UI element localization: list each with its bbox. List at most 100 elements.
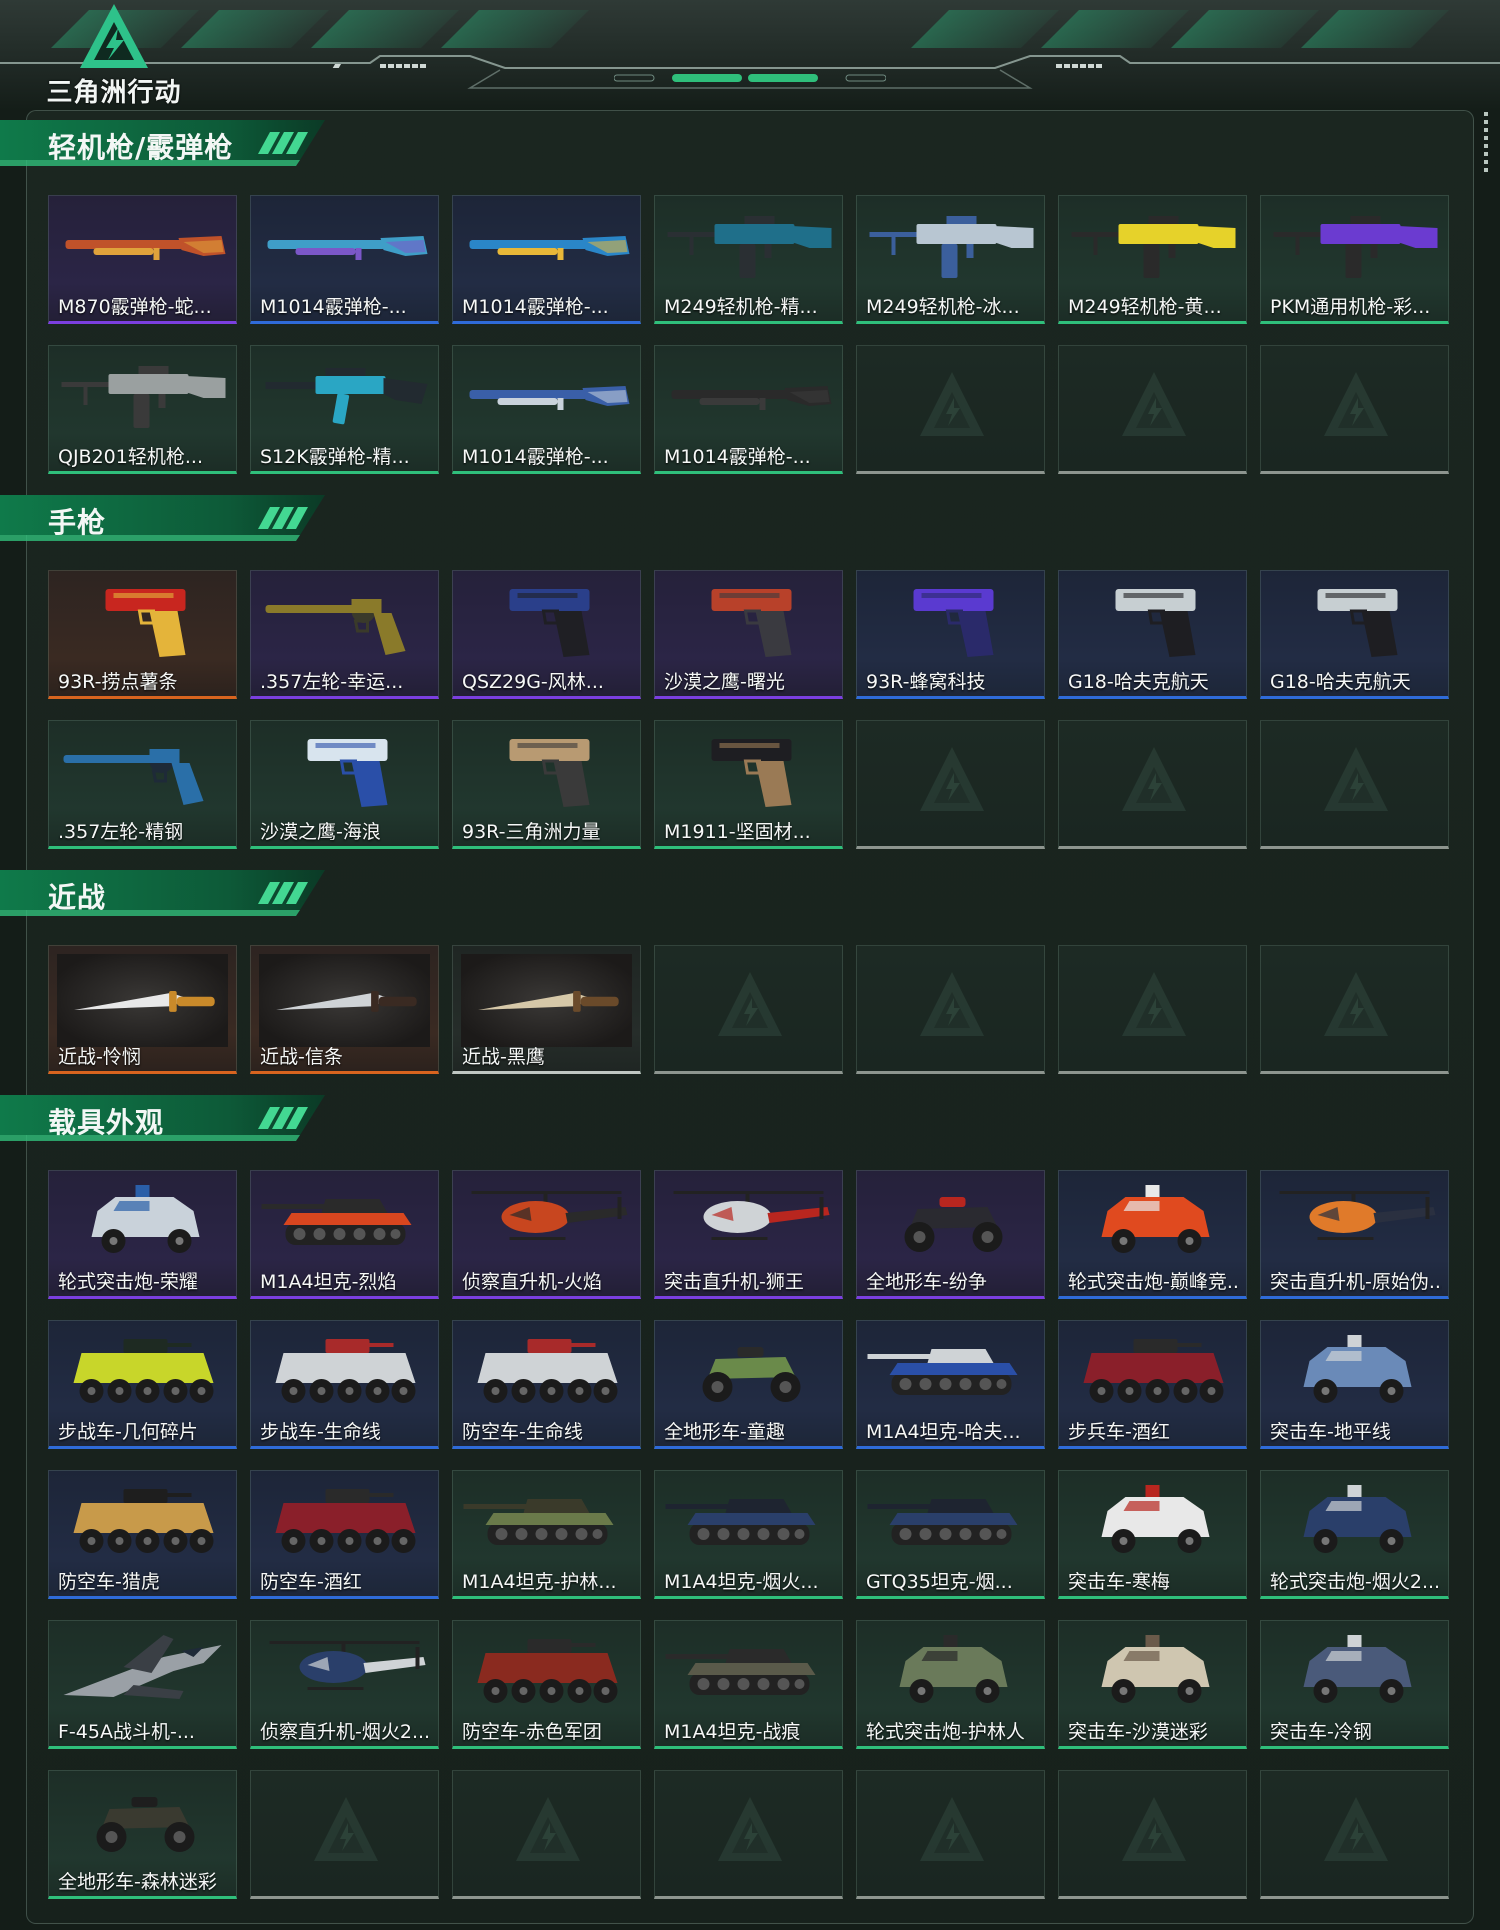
item-card[interactable]: M1A4坦克-护林... [452,1470,641,1599]
item-card[interactable]: 步战车-几何碎片 [48,1320,237,1449]
delta-watermark-icon [516,1797,580,1861]
item-card[interactable]: 轮式突击炮-巅峰竞... [1058,1170,1247,1299]
item-card[interactable]: QSZ29G-风林... [452,570,641,699]
item-card[interactable]: 沙漠之鹰-曙光 [654,570,843,699]
item-card[interactable]: 突击直升机-狮王 [654,1170,843,1299]
item-name: PKM通用机枪-彩... [1270,296,1431,318]
item-name: 突击车-寒梅 [1068,1571,1170,1593]
item-card[interactable]: M1A4坦克-战痕 [654,1620,843,1749]
item-card[interactable]: G18-哈夫克航天 [1058,570,1247,699]
item-name: 93R-三角洲力量 [462,821,601,843]
item-card[interactable]: M1014霰弹枪-... [452,195,641,324]
item-card[interactable]: 近战-黑鹰 [452,945,641,1074]
empty-slot [1260,345,1449,474]
item-card[interactable]: .357左轮-精钢 [48,720,237,849]
item-card[interactable]: .357左轮-幸运... [250,570,439,699]
item-card[interactable]: M1014霰弹枪-... [654,345,843,474]
item-card[interactable]: 轮式突击炮-烟火2... [1260,1470,1449,1599]
item-card[interactable]: 轮式突击炮-护林人 [856,1620,1045,1749]
item-card[interactable]: 全地形车-童趣 [654,1320,843,1449]
item-name: 步战车-几何碎片 [58,1421,198,1443]
item-card[interactable]: 侦察直升机-烟火2... [250,1620,439,1749]
item-card[interactable]: PKM通用机枪-彩... [1260,195,1449,324]
item-card[interactable]: M1A4坦克-烟火... [654,1470,843,1599]
delta-watermark-icon [718,972,782,1036]
item-card[interactable]: 近战-怜悯 [48,945,237,1074]
empty-slot [1058,345,1247,474]
empty-slot [452,1770,641,1899]
item-card[interactable]: M249轻机枪-精... [654,195,843,324]
item-card[interactable]: M870霰弹枪-蛇... [48,195,237,324]
item-card[interactable]: 步兵车-酒红 [1058,1320,1247,1449]
atv-icon [659,1327,840,1411]
pistol-icon [255,727,436,811]
item-card[interactable]: M1911-坚固材... [654,720,843,849]
tank-icon [255,1177,436,1261]
section-title: 手枪 [48,506,107,539]
game-logo: 三角洲行动 [44,2,184,108]
pistol-icon [1063,577,1244,661]
empty-slot [1260,720,1449,849]
item-card[interactable]: M249轻机枪-冰... [856,195,1045,324]
item-name: 防空车-猎虎 [58,1571,160,1593]
item-card[interactable]: 近战-信条 [250,945,439,1074]
item-card[interactable]: 突击直升机-原始伪... [1260,1170,1449,1299]
item-card[interactable]: 突击车-冷钢 [1260,1620,1449,1749]
item-card[interactable]: 轮式突击炮-荣耀 [48,1170,237,1299]
item-name: M1911-坚固材... [664,821,811,843]
pistol-icon [1265,577,1446,661]
item-name: M1A4坦克-哈夫... [866,1421,1021,1443]
item-card[interactable]: M1A4坦克-哈夫... [856,1320,1045,1449]
item-card[interactable]: G18-哈夫克航天 [1260,570,1449,699]
pistol-icon [457,727,638,811]
item-card[interactable]: 全地形车-森林迷彩 [48,1770,237,1899]
empty-slot [654,1770,843,1899]
item-name: 近战-黑鹰 [462,1046,545,1068]
item-card[interactable]: 93R-三角洲力量 [452,720,641,849]
delta-watermark-icon [718,1797,782,1861]
item-card[interactable]: F-45A战斗机-... [48,1620,237,1749]
item-name: 轮式突击炮-巅峰竞... [1068,1271,1240,1293]
item-card[interactable]: 突击车-地平线 [1260,1320,1449,1449]
empty-slot [856,945,1045,1074]
item-card[interactable]: M249轻机枪-黄... [1058,195,1247,324]
item-name: M1A4坦克-烈焰 [260,1271,397,1293]
section-title: 轻机枪/霰弹枪 [48,131,234,164]
item-card[interactable]: 突击车-寒梅 [1058,1470,1247,1599]
item-name: 步战车-生命线 [260,1421,381,1443]
item-card[interactable]: 防空车-酒红 [250,1470,439,1599]
item-name: 防空车-酒红 [260,1571,362,1593]
item-card[interactable]: 93R-捞点薯条 [48,570,237,699]
item-name: 全地形车-童趣 [664,1421,785,1443]
scroll-indicator[interactable] [1484,112,1488,174]
empty-slot [856,1770,1045,1899]
ifv-icon [457,1627,638,1711]
section-header-melee: 近战 [0,870,330,920]
knife-icon [259,954,430,1047]
item-card[interactable]: 防空车-生命线 [452,1320,641,1449]
item-card[interactable]: 93R-蜂窝科技 [856,570,1045,699]
item-card[interactable]: 侦察直升机-火焰 [452,1170,641,1299]
item-card[interactable]: 沙漠之鹰-海浪 [250,720,439,849]
item-name: M249轻机枪-精... [664,296,818,318]
item-name: M1014霰弹枪-... [462,446,609,468]
item-card[interactable]: GTQ35坦克-烟... [856,1470,1045,1599]
helicopter-icon [659,1177,840,1261]
armored-car-icon [1265,1627,1446,1711]
empty-slot [1260,1770,1449,1899]
item-card[interactable]: 防空车-猎虎 [48,1470,237,1599]
armored-car-icon [1063,1177,1244,1261]
item-card[interactable]: 全地形车-纷争 [856,1170,1045,1299]
item-name: 近战-信条 [260,1046,343,1068]
empty-slot [856,720,1045,849]
item-card[interactable]: S12K霰弹枪-精... [250,345,439,474]
item-name: G18-哈夫克航天 [1068,671,1209,693]
item-card[interactable]: M1014霰弹枪-... [250,195,439,324]
item-card[interactable]: M1014霰弹枪-... [452,345,641,474]
item-card[interactable]: QJB201轻机枪... [48,345,237,474]
item-card[interactable]: 突击车-沙漠迷彩 [1058,1620,1247,1749]
item-card[interactable]: M1A4坦克-烈焰 [250,1170,439,1299]
helicopter-icon [255,1627,436,1711]
item-card[interactable]: 防空车-赤色军团 [452,1620,641,1749]
item-card[interactable]: 步战车-生命线 [250,1320,439,1449]
